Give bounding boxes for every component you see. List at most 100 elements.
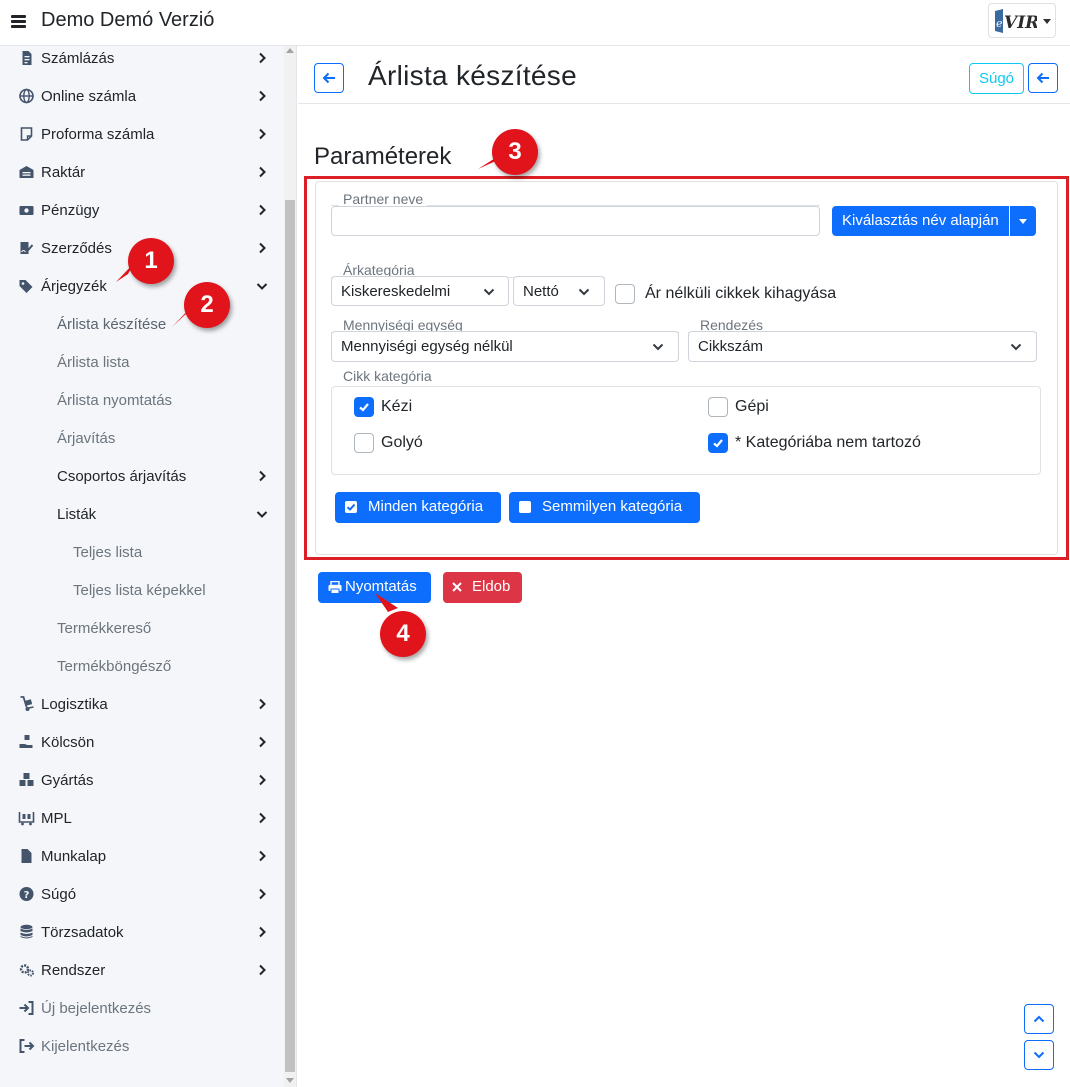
sidebar-item-torzsadatok[interactable]: Törzsadatok: [0, 913, 280, 951]
sidebar-item-label: Árlista készítése: [57, 316, 167, 333]
sidebar-item-csoportos-arjavitas[interactable]: Csoportos árjavítás: [0, 457, 280, 495]
sidebar-item-label: Számlázás: [41, 50, 115, 67]
database-icon: [20, 924, 33, 939]
chevron-right-icon: [259, 90, 266, 102]
note-icon: [20, 127, 33, 141]
arrow-left-icon: [1036, 72, 1049, 84]
skip-no-price-label: Ár nélküli cikkek kihagyása: [645, 285, 837, 302]
chevron-right-icon: [259, 470, 266, 482]
category-uncategorized-checkbox[interactable]: [708, 433, 728, 453]
sidebar-item-label: Pénzügy: [41, 202, 100, 219]
check-icon: [359, 403, 369, 412]
net-gross-select[interactable]: Nettó: [513, 276, 605, 306]
checked-square-icon: [345, 501, 357, 513]
sidebar-item-termekbongeszo[interactable]: Termékböngésző: [0, 647, 280, 685]
sidebar-item-arlista-keszitese[interactable]: Árlista készítése: [0, 305, 280, 343]
category-gepi-checkbox[interactable]: [708, 397, 728, 417]
sidebar-item-label: Árlista nyomtatás: [57, 392, 173, 409]
scroll-up-arrow-icon[interactable]: [286, 48, 294, 53]
warehouse-icon: [19, 166, 34, 178]
sidebar-item-logisztika[interactable]: Logisztika: [0, 685, 280, 723]
sidebar-item-online-szamla[interactable]: Online számla: [0, 77, 280, 115]
sidebar-item-proforma[interactable]: Proforma számla: [0, 115, 280, 153]
sidebar-item-label: Árjavítás: [57, 430, 116, 447]
chevron-right-icon: [259, 204, 266, 216]
chevron-right-icon: [259, 52, 266, 64]
company-switcher[interactable]: e VIR: [988, 3, 1056, 38]
sidebar-item-label: Teljes lista: [73, 544, 143, 561]
hamburger-icon[interactable]: [10, 13, 28, 29]
sidebar-item-kijelentkezes[interactable]: Kijelentkezés: [0, 1027, 280, 1065]
sidebar-item-label: Logisztika: [41, 696, 108, 713]
sidebar-item-label: Árjegyzék: [41, 278, 107, 295]
hand-holding-icon: [19, 735, 33, 748]
scroll-to-bottom-button[interactable]: [1024, 1040, 1054, 1070]
chevron-right-icon: [259, 964, 266, 976]
sidebar-item-arlista-lista[interactable]: Árlista lista: [0, 343, 280, 381]
sidebar-scrollbar-thumb[interactable]: [285, 200, 295, 1072]
file-icon: [21, 849, 32, 863]
price-category-select[interactable]: Kiskereskedelmi: [331, 276, 509, 306]
scroll-to-top-button[interactable]: [1024, 1004, 1054, 1034]
chevron-right-icon: [259, 166, 266, 178]
sidebar-item-penzugy[interactable]: Pénzügy: [0, 191, 280, 229]
select-by-name-button[interactable]: Kiválasztás név alapján: [832, 206, 1009, 236]
chevron-down-icon: [483, 288, 495, 296]
chevron-down-icon: [1043, 19, 1051, 24]
sidebar-item-raktar[interactable]: Raktár: [0, 153, 280, 191]
all-categories-button[interactable]: Minden kategória: [335, 492, 501, 523]
sidebar-item-uj-bejelentkezes[interactable]: Új bejelentkezés: [0, 989, 280, 1027]
category-kezi-checkbox[interactable]: [354, 397, 374, 417]
chevron-right-icon: [259, 128, 266, 140]
money-icon: [19, 206, 34, 215]
partner-name-input[interactable]: [331, 206, 820, 236]
callout-4: 4: [380, 611, 426, 657]
back-button-right[interactable]: [1028, 63, 1058, 93]
sidebar-item-gyartas[interactable]: Gyártás: [0, 761, 280, 799]
sidebar-item-kolcson[interactable]: Kölcsön: [0, 723, 280, 761]
close-icon: [452, 582, 462, 592]
chevron-right-icon: [259, 926, 266, 938]
empty-square-icon: [519, 501, 531, 513]
chevron-down-icon: [652, 343, 664, 351]
sidebar-item-munkalap[interactable]: Munkalap: [0, 837, 280, 875]
sidebar-item-listak[interactable]: Listák: [0, 495, 280, 533]
chevron-right-icon: [259, 736, 266, 748]
back-button[interactable]: [314, 63, 344, 93]
category-golyo-checkbox[interactable]: [354, 433, 374, 453]
sidebar-item-label: Proforma számla: [41, 126, 155, 143]
no-categories-button[interactable]: Semmilyen kategória: [509, 492, 700, 523]
unit-value: Mennyiségi egység nélkül: [341, 338, 513, 355]
svg-text:?: ?: [24, 890, 30, 901]
sidebar-item-teljes-lista-kepekkel[interactable]: Teljes lista képekkel: [0, 571, 280, 609]
category-label: Kézi: [381, 398, 413, 415]
sort-select[interactable]: Cikkszám: [688, 331, 1037, 362]
all-categories-label: Minden kategória: [368, 498, 484, 515]
question-circle-icon: ?: [19, 887, 34, 901]
sidebar-item-label: Rendszer: [41, 962, 106, 979]
sidebar-item-label: Listák: [57, 506, 97, 523]
skip-no-price-checkbox[interactable]: [615, 284, 635, 304]
sidebar-item-arjavitas[interactable]: Árjavítás: [0, 419, 280, 457]
sidebar-item-szamlazas[interactable]: Számlázás: [0, 39, 280, 77]
discard-button[interactable]: Eldob: [443, 572, 522, 603]
sidebar-item-rendszer[interactable]: Rendszer: [0, 951, 280, 989]
sidebar-item-label: Törzsadatok: [41, 924, 124, 941]
sidebar-item-teljes-lista[interactable]: Teljes lista: [0, 533, 280, 571]
help-button[interactable]: Súgó: [969, 63, 1024, 94]
unit-select[interactable]: Mennyiségi egység nélkül: [331, 331, 679, 362]
arrow-left-icon: [322, 72, 335, 84]
select-by-name-dropdown-button[interactable]: [1010, 206, 1036, 236]
discard-label: Eldob: [472, 578, 511, 595]
sidebar-item-sugo[interactable]: ? Súgó: [0, 875, 280, 913]
sort-value: Cikkszám: [698, 338, 764, 355]
sidebar-item-termekkereso[interactable]: Termékkereső: [0, 609, 280, 647]
print-button[interactable]: Nyomtatás: [318, 572, 431, 603]
sidebar-item-mpl[interactable]: MPL: [0, 799, 280, 837]
scroll-down-arrow-icon[interactable]: [286, 1078, 294, 1083]
item-category-box: [331, 386, 1041, 475]
callout-3: 3: [492, 129, 538, 175]
sidebar-item-arlista-nyomtatas[interactable]: Árlista nyomtatás: [0, 381, 280, 419]
pallet-icon: [18, 812, 35, 826]
sidebar-item-label: Súgó: [41, 886, 77, 903]
